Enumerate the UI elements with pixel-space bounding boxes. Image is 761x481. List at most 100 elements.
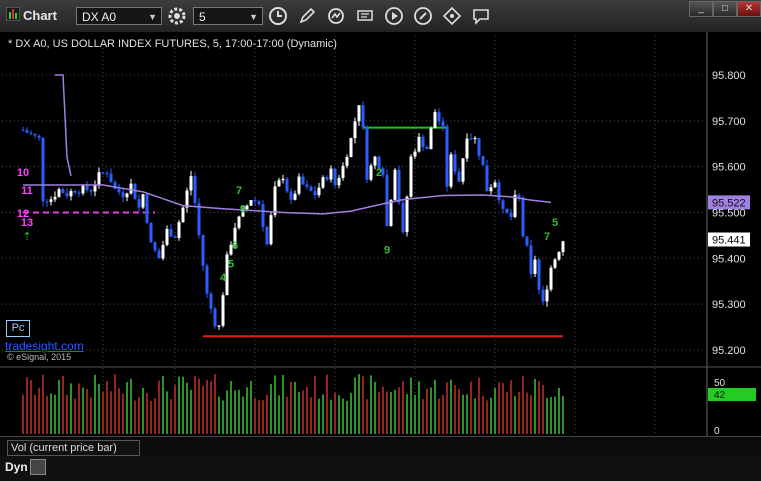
candle-body (149, 222, 153, 243)
candle-body (269, 215, 273, 245)
price-chart[interactable]: 95.522 10111213796542957⇡ 95.80095.70095… (0, 32, 761, 481)
setup-count-label: 13 (21, 217, 33, 229)
wand-icon[interactable] (413, 6, 433, 26)
candle-body (105, 173, 109, 175)
candle-body (301, 176, 305, 185)
dyn-label: Dyn (5, 460, 28, 474)
candle-body (209, 293, 213, 309)
candle-body (441, 121, 445, 127)
candle-body (165, 229, 169, 245)
candle-body (445, 126, 449, 187)
candle-body (97, 172, 101, 185)
settings-gear-icon[interactable] (167, 6, 187, 26)
candle-body (453, 154, 457, 172)
candle-body (217, 325, 221, 327)
setup-count-label: 4 (220, 272, 227, 284)
chat-bubble-icon[interactable] (471, 6, 491, 26)
candle-body (289, 191, 293, 200)
chart-title: * DX A0, US DOLLAR INDEX FUTURES, 5, 17:… (8, 38, 337, 50)
candle-body (369, 165, 373, 180)
candle-body (305, 184, 309, 187)
dyn-settings-icon[interactable] (30, 459, 46, 475)
candle-body (277, 180, 281, 187)
candle-body (529, 245, 533, 274)
restore-icon[interactable]: □ (713, 1, 737, 17)
candle-body (497, 182, 501, 201)
buy-arrow-icon: ⇡ (22, 231, 31, 243)
hand-cursor-icon[interactable] (355, 6, 375, 26)
interval-select[interactable]: 5 ▼ (193, 7, 263, 25)
candle-body (489, 187, 493, 192)
price-tick-label: 95.800 (712, 70, 746, 82)
candle-body (337, 177, 341, 186)
candle-body (433, 112, 437, 129)
candle-body (397, 169, 401, 203)
setup-count-label: 5 (228, 258, 234, 270)
candle-body (129, 183, 133, 194)
candle-body (41, 137, 45, 202)
candle-body (533, 259, 537, 274)
candle-body (221, 295, 225, 326)
close-icon[interactable]: ✕ (737, 1, 761, 17)
candle-body (553, 259, 557, 268)
play-icon[interactable] (384, 6, 404, 26)
minimize-icon[interactable]: _ (689, 1, 713, 17)
interval-value: 5 (199, 10, 206, 24)
candle-body (189, 176, 193, 191)
candle-body (485, 165, 489, 192)
candle-body (353, 121, 357, 139)
candle-body (557, 252, 561, 260)
candle-body (33, 133, 37, 136)
candle-body (429, 128, 433, 150)
volume-tick-label: 50 (714, 378, 726, 389)
clock-icon[interactable] (268, 6, 288, 26)
candle-body (145, 194, 149, 223)
candle-body (49, 199, 53, 202)
last-price-label: 95.441 (712, 235, 746, 247)
candle-body (297, 176, 301, 194)
candle-body (521, 197, 525, 237)
symbol-select[interactable]: DX A0 ▼ (76, 7, 162, 25)
chart-toolbar: Chart DX A0 ▼ 5 ▼ _ □ ✕ (0, 0, 761, 33)
setup-count-label: 5 (552, 217, 558, 229)
candle-body (361, 105, 365, 128)
price-tick-label: 95.600 (712, 162, 746, 174)
candle-body (53, 196, 57, 200)
pc-button[interactable]: Pc (6, 320, 30, 337)
candle-body (549, 267, 553, 290)
candle-body (309, 186, 313, 191)
candle-body (25, 130, 29, 133)
candle-body (321, 177, 325, 188)
symbol-value: DX A0 (82, 10, 117, 24)
copyright-text: © eSignal, 2015 (7, 352, 72, 362)
candle-body (561, 241, 565, 253)
candle-body (501, 200, 505, 209)
candle-body (85, 185, 89, 191)
candle-body (237, 216, 241, 228)
refresh-icon[interactable] (326, 6, 346, 26)
candle-body (349, 138, 353, 157)
watermark-link[interactable]: tradesight.com (5, 339, 84, 353)
price-tick-label: 95.400 (712, 253, 746, 265)
candle-body (121, 192, 125, 198)
volume-panel-label[interactable]: Vol (current price bar) (7, 440, 140, 456)
candle-body (73, 190, 77, 193)
candle-body (249, 200, 253, 206)
candle-body (173, 236, 177, 238)
candle-body (117, 188, 121, 193)
candle-body (21, 129, 25, 131)
pencil-draw-icon[interactable] (297, 6, 317, 26)
candle-body (45, 201, 49, 203)
candle-body (65, 193, 69, 197)
setup-count-label: 11 (21, 185, 33, 197)
chevron-down-icon: ▼ (249, 12, 258, 22)
candle-body (325, 177, 329, 180)
candle-body (413, 151, 417, 157)
candle-body (481, 155, 485, 166)
time-axis (0, 456, 761, 481)
price-tick-label: 95.500 (712, 207, 746, 219)
candle-body (457, 171, 461, 182)
candle-body (329, 168, 333, 180)
candle-body (153, 242, 157, 251)
crosshair-icon[interactable] (442, 6, 462, 26)
